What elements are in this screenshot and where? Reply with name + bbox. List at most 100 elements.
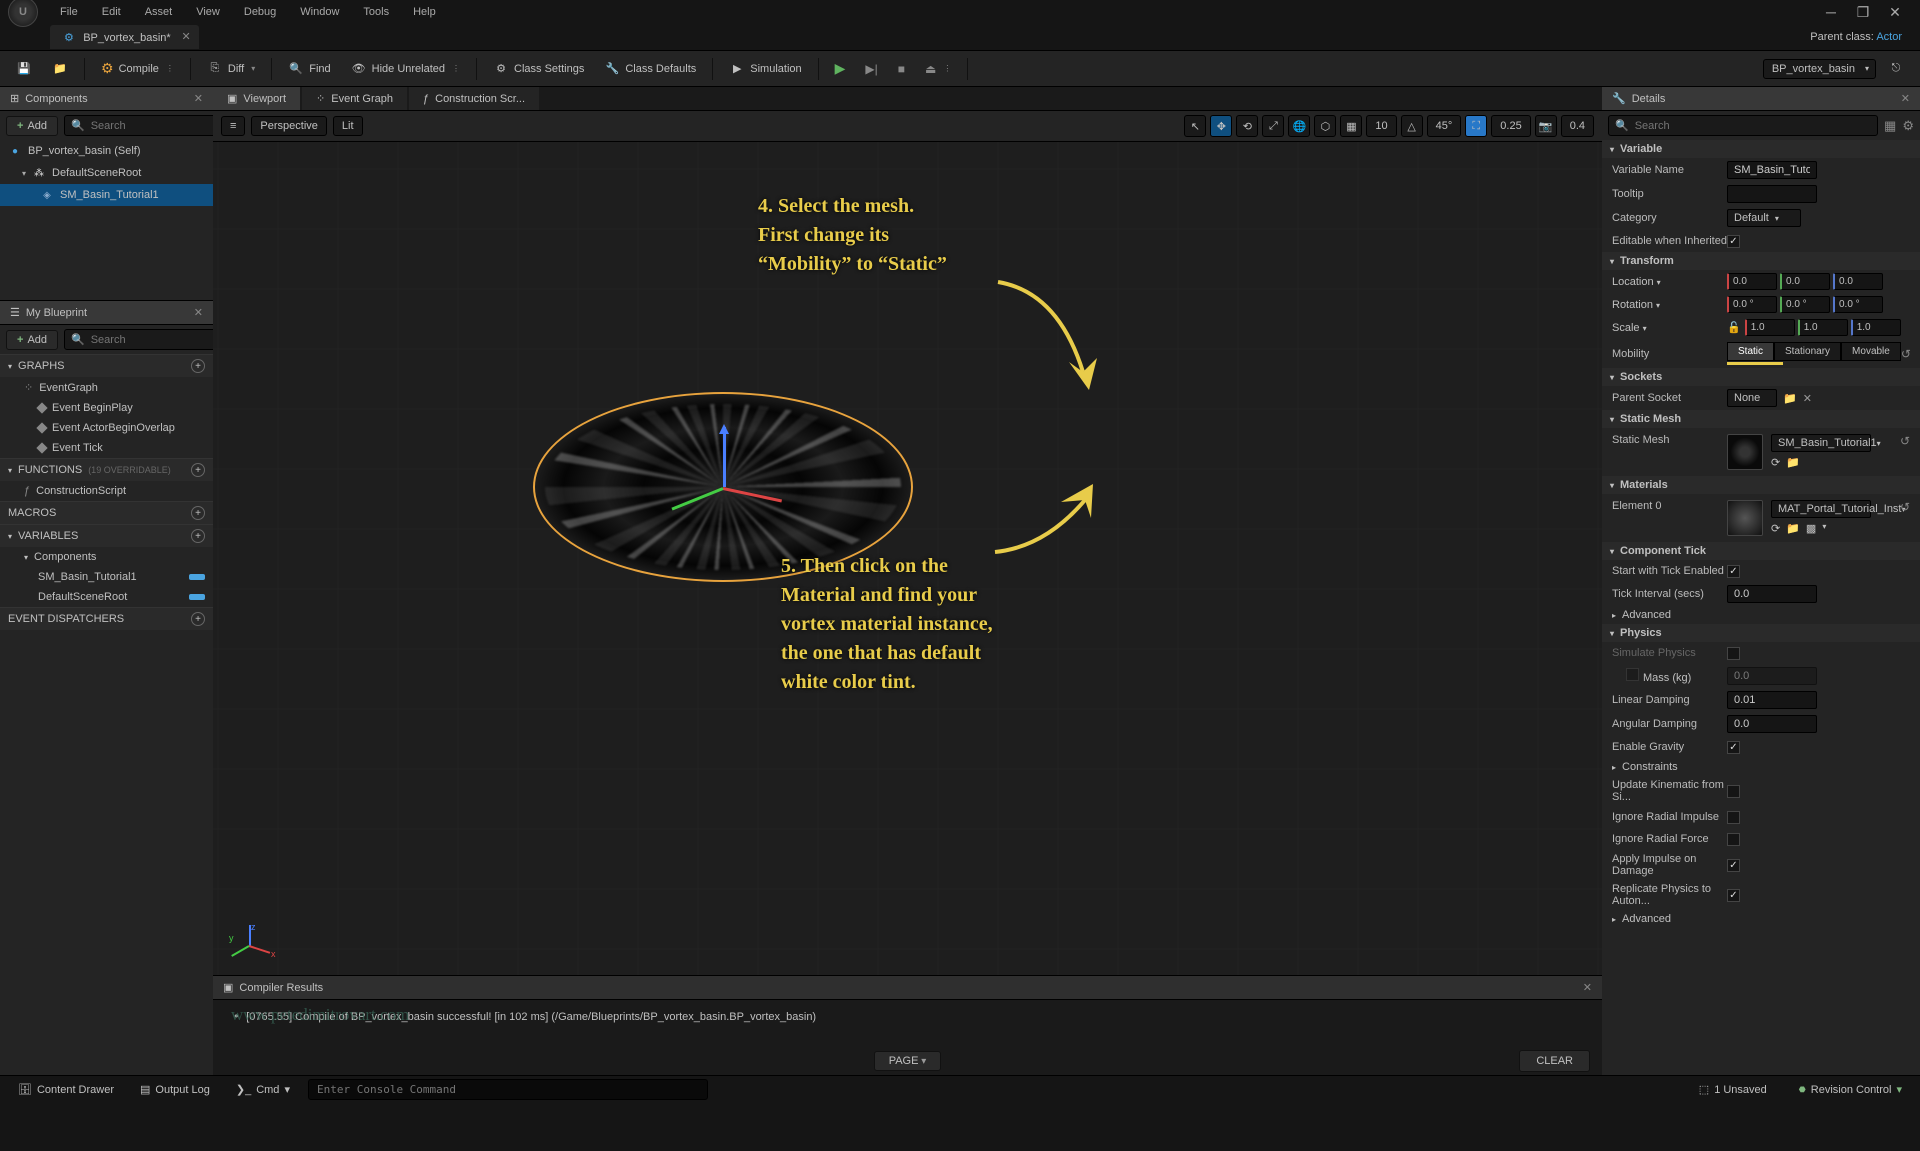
variable-item[interactable]: SM_Basin_Tutorial1 bbox=[0, 567, 213, 587]
debug-object-selector[interactable]: BP_vortex_basin▾ bbox=[1763, 59, 1876, 79]
revision-control[interactable]: ⬣Revision Control ▾ bbox=[1791, 1080, 1910, 1099]
menu-window[interactable]: Window bbox=[290, 3, 349, 21]
eject-button[interactable]: ⏏⋮ bbox=[917, 58, 959, 80]
details-view-options[interactable]: ▦ bbox=[1884, 118, 1896, 134]
compile-button[interactable]: ⚙Compile⋮ bbox=[93, 56, 182, 81]
material-thumbnail[interactable] bbox=[1727, 500, 1763, 536]
add-dispatcher[interactable]: + bbox=[191, 612, 205, 626]
menu-edit[interactable]: Edit bbox=[92, 3, 131, 21]
section-physics[interactable]: ▾Physics bbox=[1602, 624, 1920, 642]
save-button[interactable]: 💾 bbox=[8, 57, 40, 81]
compiler-tab-close[interactable]: ✕ bbox=[1583, 981, 1592, 994]
menu-asset[interactable]: Asset bbox=[135, 3, 183, 21]
camera-speed[interactable]: 0.4 bbox=[1561, 115, 1594, 137]
editable-checkbox[interactable] bbox=[1727, 235, 1740, 248]
reset-mobility[interactable]: ↺ bbox=[1901, 347, 1911, 361]
rotation-x[interactable] bbox=[1727, 296, 1777, 313]
angle-value[interactable]: 45° bbox=[1427, 115, 1462, 137]
menu-file[interactable]: File bbox=[50, 3, 88, 21]
menu-tools[interactable]: Tools bbox=[353, 3, 399, 21]
diff-button[interactable]: ⎘Diff▾ bbox=[199, 57, 263, 81]
page-button[interactable]: PAGE ▾ bbox=[874, 1051, 942, 1071]
mobility-movable[interactable]: Movable bbox=[1841, 342, 1901, 361]
tick-interval-input[interactable] bbox=[1727, 585, 1817, 603]
use-selected-icon[interactable]: ⟳ bbox=[1771, 456, 1780, 469]
section-sockets[interactable]: ▾Sockets bbox=[1602, 368, 1920, 386]
parent-socket-dropdown[interactable]: None bbox=[1727, 389, 1777, 407]
rotation-z[interactable] bbox=[1833, 296, 1883, 313]
add-graph[interactable]: + bbox=[191, 359, 205, 373]
components-search-input[interactable] bbox=[91, 120, 233, 132]
scale-y[interactable] bbox=[1798, 319, 1848, 336]
constraints-sub[interactable]: ▸Constraints bbox=[1602, 758, 1920, 776]
stop-button[interactable]: ■ bbox=[890, 58, 913, 80]
reset-mesh[interactable]: ↺ bbox=[1900, 434, 1910, 448]
event-beginplay[interactable]: Event BeginPlay bbox=[0, 398, 213, 418]
class-settings-button[interactable]: ⚙Class Settings bbox=[485, 57, 592, 81]
viewport[interactable]: zxy 4. Select the mesh. First change its… bbox=[213, 142, 1602, 975]
material-asset-dropdown[interactable]: MAT_Portal_Tutorial_Inst▾ bbox=[1771, 500, 1871, 518]
browse-asset-icon[interactable]: 📁 bbox=[1786, 456, 1800, 469]
eventgraph-item[interactable]: ⁘EventGraph bbox=[0, 377, 213, 398]
component-scene-root[interactable]: ▾ ⁂ DefaultSceneRoot bbox=[0, 162, 213, 184]
unsaved-indicator[interactable]: ⬚1 Unsaved bbox=[1691, 1080, 1775, 1099]
find-button[interactable]: 🔍Find bbox=[280, 57, 338, 81]
variable-item[interactable]: DefaultSceneRoot bbox=[0, 587, 213, 607]
browse-button[interactable]: 📁 bbox=[44, 57, 76, 81]
surface-snap[interactable]: ⬡ bbox=[1314, 115, 1336, 137]
myblueprint-search[interactable]: 🔍 bbox=[64, 329, 213, 350]
camera-speed-icon[interactable]: 📷 bbox=[1535, 115, 1557, 137]
console-input[interactable] bbox=[317, 1083, 699, 1096]
add-component-button[interactable]: +Add bbox=[6, 116, 58, 136]
myblueprint-tab-close[interactable]: ✕ bbox=[194, 306, 203, 319]
menu-view[interactable]: View bbox=[186, 3, 230, 21]
add-macro[interactable]: + bbox=[191, 506, 205, 520]
window-minimize[interactable]: ─ bbox=[1824, 5, 1838, 19]
scale-snap[interactable]: ⛶ bbox=[1465, 115, 1487, 137]
cmd-label[interactable]: ❯_Cmd ▾ bbox=[228, 1080, 298, 1099]
myblueprint-tab[interactable]: ☰ My Blueprint ✕ bbox=[0, 301, 213, 325]
document-tab[interactable]: ⚙ BP_vortex_basin* ✕ bbox=[50, 25, 199, 49]
use-selected-icon[interactable]: ⟳ bbox=[1771, 522, 1780, 535]
location-z[interactable] bbox=[1833, 273, 1883, 290]
myblueprint-search-input[interactable] bbox=[91, 334, 213, 346]
tick-enabled-checkbox[interactable] bbox=[1727, 565, 1740, 578]
event-actorbeginoverlap[interactable]: Event ActorBeginOverlap bbox=[0, 418, 213, 438]
clear-button[interactable]: CLEAR bbox=[1519, 1050, 1590, 1072]
grid-size[interactable]: 10 bbox=[1366, 115, 1396, 137]
hide-unrelated-button[interactable]: 👁Hide Unrelated⋮ bbox=[343, 57, 468, 81]
linear-damping-input[interactable] bbox=[1727, 691, 1817, 709]
pick-socket[interactable]: 📁 bbox=[1783, 392, 1797, 405]
event-tick[interactable]: Event Tick bbox=[0, 438, 213, 458]
menu-help[interactable]: Help bbox=[403, 3, 446, 21]
location-x[interactable] bbox=[1727, 273, 1777, 290]
macros-section[interactable]: MACROS+ bbox=[0, 501, 213, 524]
reset-material[interactable]: ↺ bbox=[1900, 500, 1910, 514]
transform-gizmo[interactable] bbox=[723, 487, 725, 547]
select-tool[interactable]: ↖ bbox=[1184, 115, 1206, 137]
translate-tool[interactable]: ✥ bbox=[1210, 115, 1232, 137]
graphs-section[interactable]: ▾GRAPHS+ bbox=[0, 354, 213, 377]
lock-icon[interactable]: 🔓 bbox=[1727, 321, 1741, 334]
location-y[interactable] bbox=[1780, 273, 1830, 290]
parent-class-link[interactable]: Actor bbox=[1876, 31, 1902, 43]
tooltip-input[interactable] bbox=[1727, 185, 1817, 203]
output-log-button[interactable]: ▤Output Log bbox=[132, 1080, 218, 1099]
variable-name-input[interactable] bbox=[1727, 161, 1817, 179]
variables-components[interactable]: ▾Components bbox=[0, 547, 213, 567]
tab-close[interactable]: ✕ bbox=[181, 30, 190, 43]
clear-socket[interactable]: ✕ bbox=[1803, 392, 1812, 405]
simulation-button[interactable]: ▶Simulation bbox=[721, 57, 809, 81]
ignore-force-checkbox[interactable] bbox=[1727, 833, 1740, 846]
material-menu[interactable]: ▾ bbox=[1822, 522, 1826, 535]
add-variable[interactable]: + bbox=[191, 529, 205, 543]
perspective-dropdown[interactable]: Perspective bbox=[251, 116, 326, 136]
window-maximize[interactable]: ❐ bbox=[1856, 5, 1870, 19]
details-search-input[interactable] bbox=[1635, 120, 1871, 132]
section-variable[interactable]: ▾Variable bbox=[1602, 140, 1920, 158]
category-dropdown[interactable]: Default▾ bbox=[1727, 209, 1801, 227]
content-drawer-button[interactable]: 🗄Content Drawer bbox=[10, 1080, 122, 1099]
mesh-asset-dropdown[interactable]: SM_Basin_Tutorial1▾ bbox=[1771, 434, 1871, 452]
gravity-checkbox[interactable] bbox=[1727, 741, 1740, 754]
texture-icon[interactable]: ▩ bbox=[1806, 522, 1816, 535]
